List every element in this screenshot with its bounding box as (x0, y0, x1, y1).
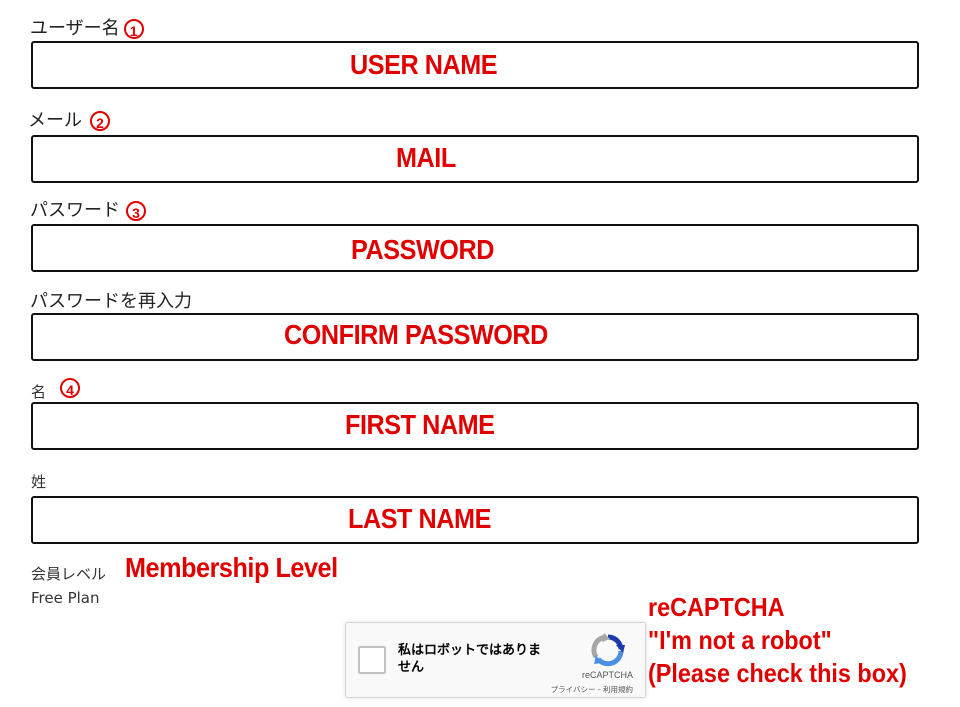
circled-number-3-icon: 3 (126, 201, 146, 221)
first-name-label-text: 名 (31, 383, 47, 401)
recaptcha-checkbox-label: 私はロボットではありません (398, 643, 542, 675)
email-input[interactable] (31, 135, 919, 183)
first-name-label: 名4 (31, 378, 81, 402)
password-annotation: PASSWORD (351, 234, 494, 265)
recaptcha-widget: 私はロボットではありません reCAPTCHA プライバシー - 利用規約 (345, 622, 646, 698)
membership-annotation: Membership Level (125, 552, 338, 583)
confirm-password-label-text: パスワードを再入力 (30, 291, 192, 312)
circled-number-1-icon: 1 (123, 19, 144, 39)
recaptcha-note-line1: reCAPTCHA (648, 592, 785, 622)
last-name-label-text: 姓 (31, 473, 47, 491)
membership-label: 会員レベル (31, 565, 107, 583)
confirm-password-annotation: CONFIRM PASSWORD (284, 319, 548, 350)
circled-number-4-icon: 4 (60, 378, 81, 398)
email-annotation: MAIL (396, 142, 456, 173)
username-label-text: ユーザー名 (30, 18, 120, 39)
recaptcha-brand: reCAPTCHA (581, 670, 633, 680)
recaptcha-privacy-terms-link[interactable]: プライバシー - 利用規約 (551, 684, 633, 695)
first-name-annotation: FIRST NAME (345, 409, 495, 440)
recaptcha-note-line2: "I'm not a robot" (648, 625, 832, 655)
last-name-annotation: LAST NAME (348, 503, 491, 534)
confirm-password-label: パスワードを再入力 (30, 292, 192, 312)
password-label: パスワード 3 (30, 201, 146, 221)
recaptcha-note-line3: (Please check this box) (648, 658, 907, 688)
email-label: メール 2 (28, 111, 110, 131)
recaptcha-logo-icon (591, 633, 625, 667)
last-name-label: 姓 (31, 472, 46, 492)
email-label-text: メール (28, 110, 82, 131)
membership-value: Free Plan (31, 589, 100, 607)
username-annotation: USER NAME (350, 49, 498, 80)
username-label: ユーザー名 1 (30, 19, 144, 39)
recaptcha-checkbox[interactable] (358, 646, 386, 674)
circled-number-2-icon: 2 (90, 111, 110, 131)
password-label-text: パスワード (30, 200, 120, 221)
